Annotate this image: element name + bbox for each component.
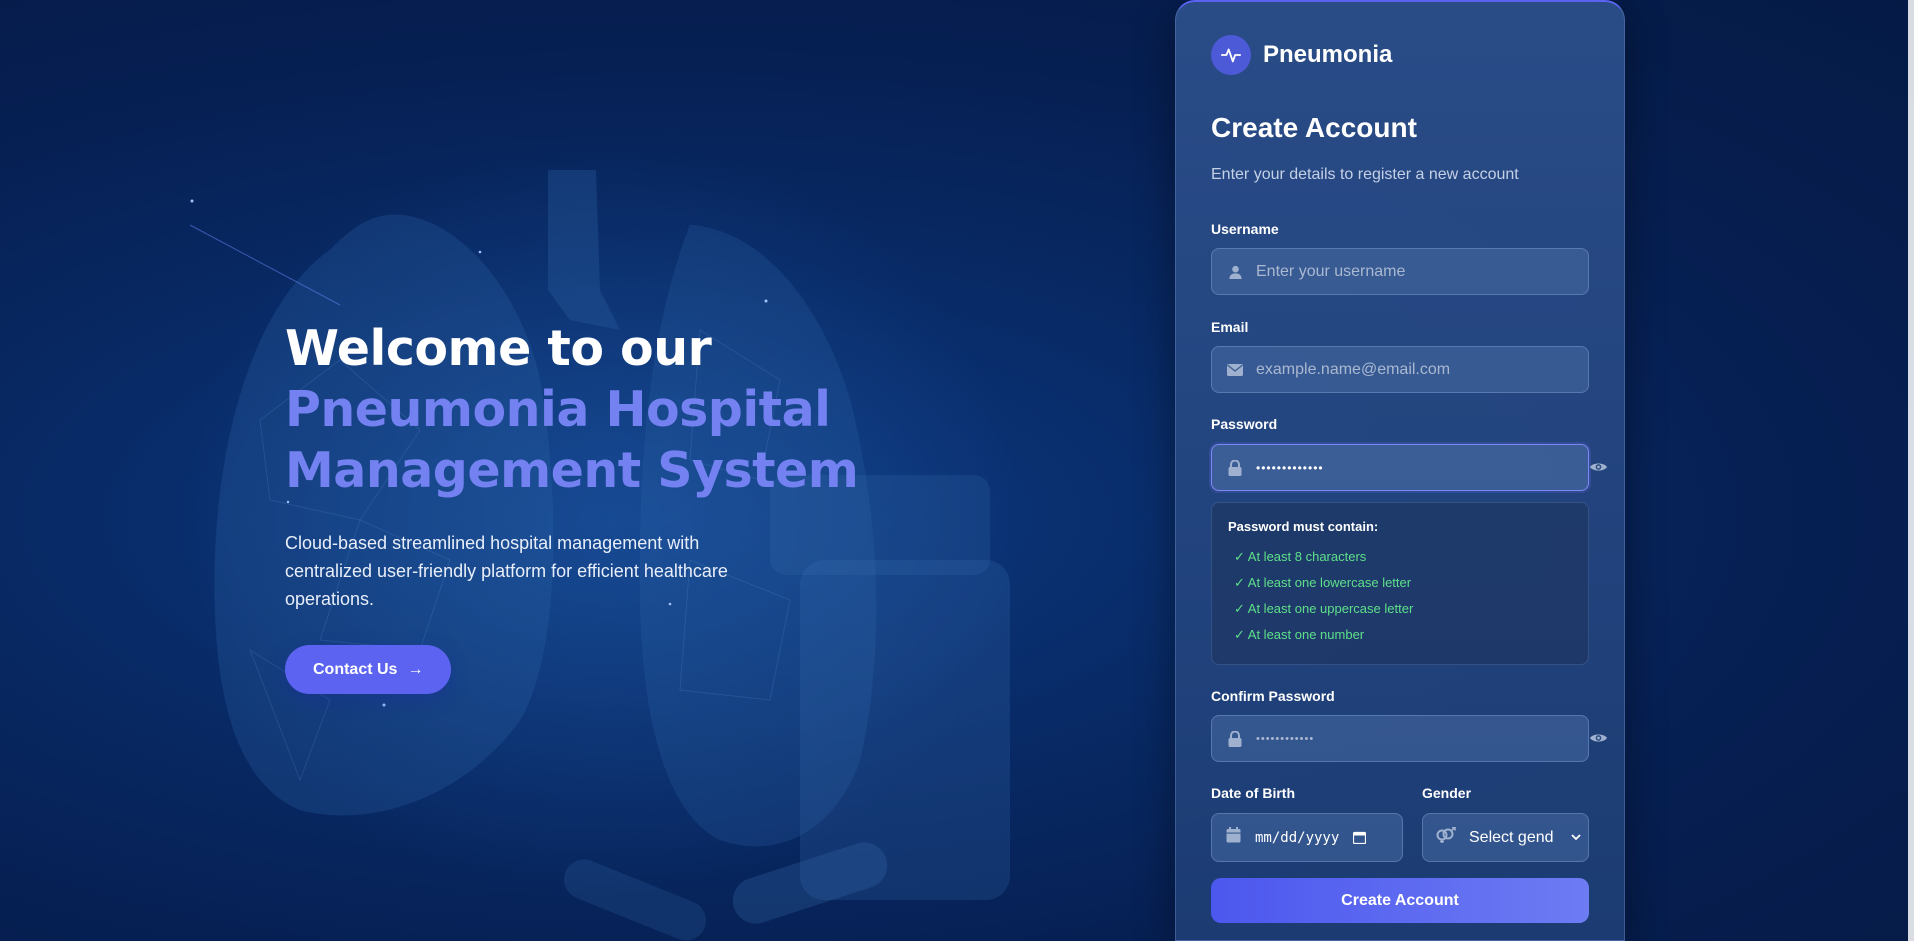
username-input[interactable] (1256, 262, 1576, 281)
confirm-password-field[interactable] (1211, 715, 1589, 762)
gender-value: Select gend (1469, 828, 1554, 846)
username-field[interactable] (1211, 248, 1589, 295)
eye-icon[interactable] (1588, 457, 1608, 477)
contact-us-label: Contact Us (313, 660, 398, 678)
requirement-item: ✓ At least one uppercase letter (1234, 601, 1414, 616)
hero-description: Cloud-based streamlined hospital managem… (285, 533, 728, 609)
calendar-icon (1226, 827, 1241, 848)
lock-icon (1226, 459, 1244, 477)
hero-heading-line1: Welcome to our (285, 320, 712, 377)
chevron-down-icon (1571, 834, 1581, 841)
user-icon (1226, 263, 1244, 281)
hero-section: Welcome to our Pneumonia Hospital Manage… (285, 318, 925, 694)
dob-field[interactable]: mm/dd/yyyy (1211, 813, 1403, 862)
calendar-picker-icon[interactable] (1353, 831, 1367, 844)
eye-icon[interactable] (1588, 728, 1608, 748)
requirements-list: ✓ At least 8 characters ✓ At least one l… (1228, 544, 1572, 648)
password-requirements: Password must contain: ✓ At least 8 char… (1211, 502, 1589, 665)
envelope-icon (1226, 361, 1244, 379)
email-input[interactable] (1256, 360, 1576, 379)
brand: Pneumonia (1211, 35, 1392, 75)
requirements-title: Password must contain: (1228, 519, 1379, 534)
username-label: Username (1211, 221, 1279, 237)
form-subtitle: Enter your details to register a new acc… (1211, 166, 1519, 183)
brand-name: Pneumonia (1263, 41, 1393, 68)
hero-heading: Welcome to our Pneumonia Hospital Manage… (285, 318, 925, 501)
dob-value: mm/dd/yyyy (1255, 829, 1340, 846)
gender-label: Gender (1422, 785, 1472, 801)
confirm-password-input[interactable] (1256, 732, 1576, 745)
page-scrollbar[interactable] (1908, 0, 1914, 941)
gender-icon (1435, 826, 1457, 848)
hero-heading-line3: Management System (285, 442, 859, 499)
contact-us-button[interactable]: Contact Us → (285, 645, 452, 694)
arrow-right-icon: → (407, 660, 424, 678)
password-input[interactable] (1256, 460, 1576, 475)
lock-icon (1226, 730, 1244, 748)
requirement-item: ✓ At least one number (1234, 627, 1365, 642)
dob-label: Date of Birth (1211, 785, 1295, 801)
email-field[interactable] (1211, 346, 1589, 393)
create-account-button[interactable]: Create Account (1211, 878, 1589, 923)
hero-heading-line2: Pneumonia Hospital (285, 381, 831, 438)
register-card: Pneumonia Create Account Enter your deta… (1175, 0, 1625, 941)
requirement-item: ✓ At least 8 characters (1234, 549, 1367, 564)
form-title: Create Account (1211, 112, 1417, 143)
requirement-item: ✓ At least one lowercase letter (1234, 575, 1412, 590)
password-field[interactable] (1211, 444, 1589, 491)
pulse-icon (1211, 35, 1251, 75)
confirm-password-label: Confirm Password (1211, 688, 1335, 704)
password-label: Password (1211, 416, 1278, 432)
email-label: Email (1211, 319, 1249, 335)
gender-select[interactable]: Select gend (1422, 813, 1589, 862)
